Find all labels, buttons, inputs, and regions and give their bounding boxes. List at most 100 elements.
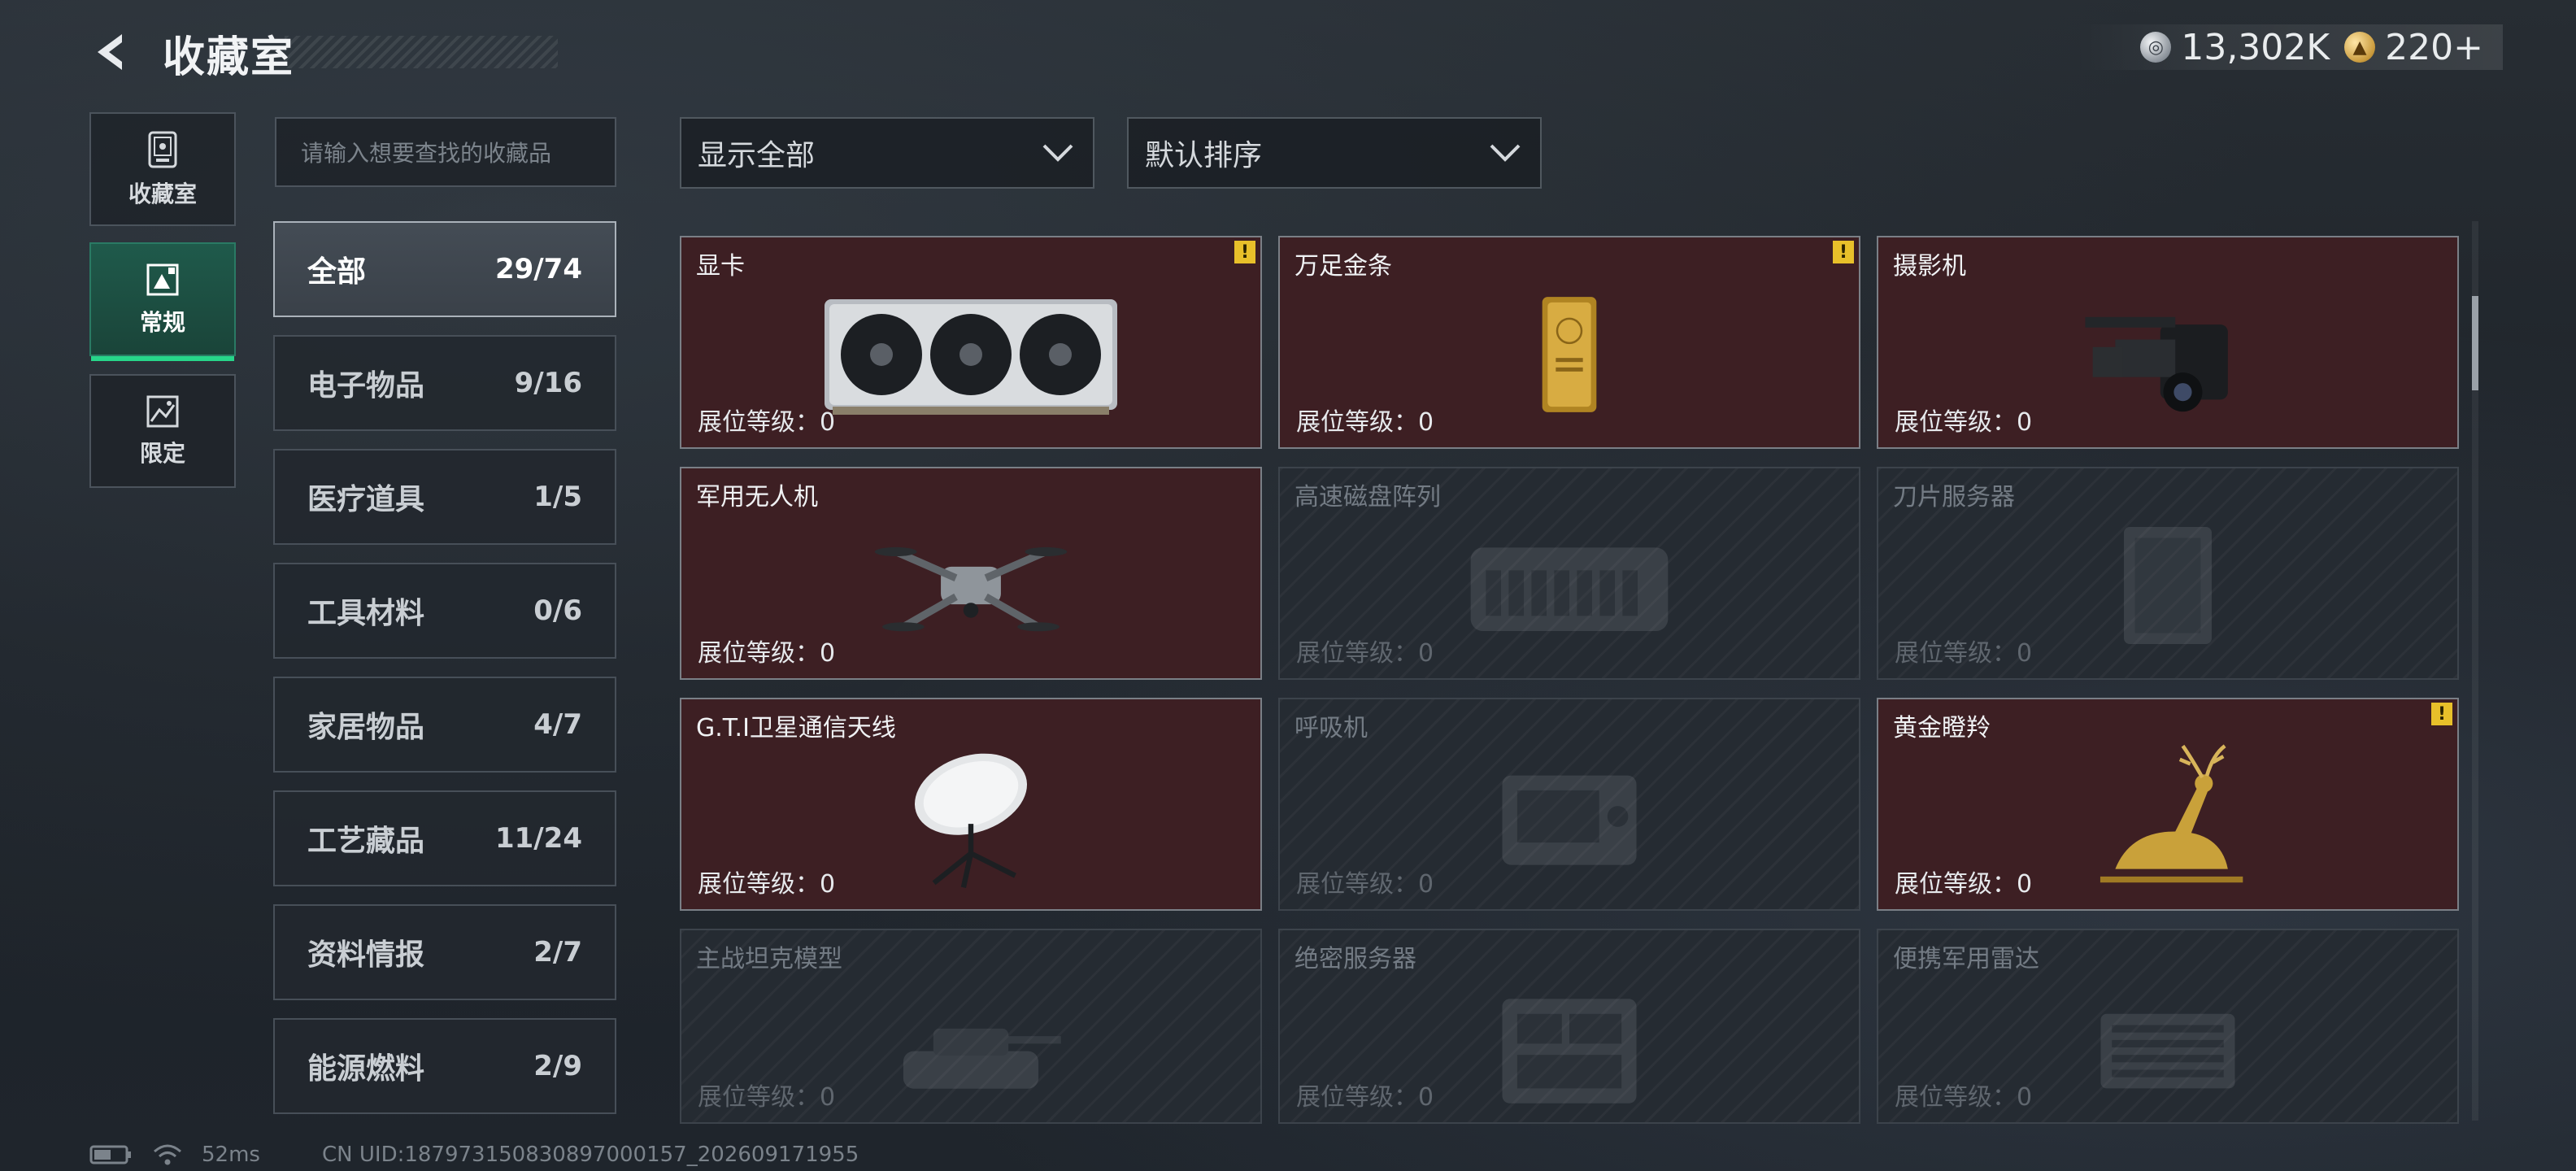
item-level: 展位等级：0 [1296, 408, 1434, 437]
gold-coin-icon: ▲ [2344, 32, 2376, 63]
tank-image [800, 966, 1142, 1122]
rail-limited[interactable]: 限定 [89, 374, 236, 488]
gpu-image [800, 273, 1142, 436]
ping-value: 52ms [202, 1143, 260, 1167]
scrollbar-thumb[interactable] [2472, 296, 2478, 390]
item-level: 展位等级：0 [1895, 639, 2033, 668]
item-level: 展位等级：0 [698, 870, 836, 899]
item-name: 刀片服务器 [1893, 483, 2015, 511]
display-filter-value: 显示全部 [698, 139, 816, 172]
category-name: 全部 [307, 255, 367, 289]
back-arrow-icon [98, 34, 122, 70]
alert-icon: ! [1833, 241, 1854, 263]
item-level: 展位等级：0 [1296, 639, 1434, 668]
back-button[interactable] [88, 28, 137, 76]
silver-balance: ◎ 13,302K [2140, 27, 2330, 68]
collection-item-card[interactable]: 军用无人机 展位等级：0 [680, 467, 1262, 680]
item-name: 黄金瞪羚 [1893, 714, 1991, 742]
rail-regular[interactable]: 常规 [89, 242, 236, 361]
search-input[interactable]: 请输入想要查找的收藏品 [275, 117, 616, 187]
category-name: 医疗道具 [307, 483, 425, 516]
collection-item-card[interactable]: 刀片服务器展位等级：0 [1877, 467, 2459, 680]
alert-icon: ! [2431, 703, 2452, 725]
collection-item-card[interactable]: 万足金条展位等级：0! [1278, 236, 1860, 449]
category-household[interactable]: 家居物品 4/7 [273, 677, 616, 773]
collection-item-card[interactable]: 呼吸机展位等级：0 [1278, 698, 1860, 911]
item-level: 展位等级：0 [1895, 1083, 2033, 1112]
collection-item-card[interactable]: G.T.I卫星通信天线 展位等级：0 [680, 698, 1262, 911]
disk-image [1399, 504, 1740, 667]
server-image [1399, 966, 1740, 1122]
collection-item-card[interactable]: 摄影机 展位等级：0 [1877, 236, 2459, 449]
category-tools[interactable]: 工具材料 0/6 [273, 563, 616, 659]
collection-screen: { "header": { "title": "收藏室" }, "currenc… [0, 0, 2576, 1171]
rail-label: 常规 [139, 309, 185, 336]
item-level: 展位等级：0 [1895, 870, 2033, 899]
alert-icon: ! [1234, 241, 1255, 263]
collection-item-card[interactable]: 高速磁盘阵列 展位等级：0 [1278, 467, 1860, 680]
item-name: 绝密服务器 [1295, 945, 1416, 973]
display-filter-select[interactable]: 显示全部 [680, 117, 1094, 189]
item-name: 摄影机 [1893, 252, 1966, 281]
category-count: 0/6 [533, 594, 582, 627]
dish-image [800, 735, 1142, 898]
category-count: 4/7 [533, 708, 582, 741]
goldbar-image [1399, 273, 1740, 436]
gold-balance[interactable]: ▲ 220+ [2344, 27, 2483, 68]
category-crafts[interactable]: 工艺藏品 11/24 [273, 790, 616, 886]
camera-image [1997, 273, 2339, 436]
category-all[interactable]: 全部 29/74 [273, 221, 616, 317]
item-name: 主战坦克模型 [696, 945, 842, 973]
rail-label: 限定 [139, 440, 185, 467]
collection-item-card[interactable]: 主战坦克模型 展位等级：0 [680, 929, 1262, 1124]
item-name: 万足金条 [1295, 252, 1392, 281]
item-level: 展位等级：0 [1296, 1083, 1434, 1112]
item-name: 显卡 [696, 252, 745, 281]
grid-scrollbar[interactable] [2472, 221, 2478, 1121]
rail-label: 收藏室 [128, 181, 197, 207]
category-energy[interactable]: 能源燃料 2/9 [273, 1018, 616, 1114]
regular-gallery-icon [146, 263, 179, 296]
collection-item-card[interactable]: 便携军用雷达 展位等级：0 [1877, 929, 2459, 1124]
gazelle-image [1997, 735, 2339, 898]
search-placeholder: 请输入想要查找的收藏品 [301, 140, 552, 167]
item-level: 展位等级：0 [698, 1083, 836, 1112]
item-name: 军用无人机 [696, 483, 818, 511]
category-name: 能源燃料 [307, 1052, 425, 1086]
rail-collection-room[interactable]: 收藏室 [89, 112, 236, 226]
collection-item-card[interactable]: 黄金瞪羚展位等级：0! [1877, 698, 2459, 911]
currency-bar: ◎ 13,302K ▲ 220+ [2075, 24, 2503, 70]
category-name: 工具材料 [307, 597, 425, 630]
category-intel[interactable]: 资料情报 2/7 [273, 904, 616, 1000]
wifi-icon [154, 1144, 181, 1165]
radar-image [1997, 966, 2339, 1122]
collection-room-icon [148, 131, 177, 168]
item-level: 展位等级：0 [698, 408, 836, 437]
sort-select[interactable]: 默认排序 [1127, 117, 1542, 189]
category-medical[interactable]: 医疗道具 1/5 [273, 449, 616, 545]
page-title: 收藏室 [163, 33, 295, 82]
collection-item-card[interactable]: 绝密服务器展位等级：0 [1278, 929, 1860, 1124]
item-level: 展位等级：0 [1296, 870, 1434, 899]
collection-item-card[interactable]: 显卡展位等级：0! [680, 236, 1262, 449]
status-bar: 52ms [89, 1138, 260, 1171]
silver-coin-icon: ◎ [2140, 32, 2172, 63]
gold-value: 220+ [2385, 26, 2483, 68]
category-name: 工艺藏品 [307, 825, 425, 858]
item-name: G.T.I卫星通信天线 [696, 714, 896, 742]
drone-image [800, 504, 1142, 667]
category-count: 11/24 [494, 822, 582, 855]
category-count: 2/9 [533, 1050, 582, 1082]
category-count: 29/74 [494, 253, 582, 285]
title-decoration [285, 36, 558, 68]
user-uid: CN UID:18797315083089700015​7_2026091719… [322, 1143, 859, 1167]
limited-gallery-icon [146, 395, 179, 428]
category-name: 家居物品 [307, 711, 425, 744]
category-electronics[interactable]: 电子物品 9/16 [273, 335, 616, 431]
item-name: 呼吸机 [1295, 714, 1368, 742]
category-count: 1/5 [533, 481, 582, 513]
chevron-down-icon [1490, 144, 1521, 162]
blade-image [1997, 504, 2339, 667]
category-name: 资料情报 [307, 938, 425, 972]
item-name: 高速磁盘阵列 [1295, 483, 1441, 511]
